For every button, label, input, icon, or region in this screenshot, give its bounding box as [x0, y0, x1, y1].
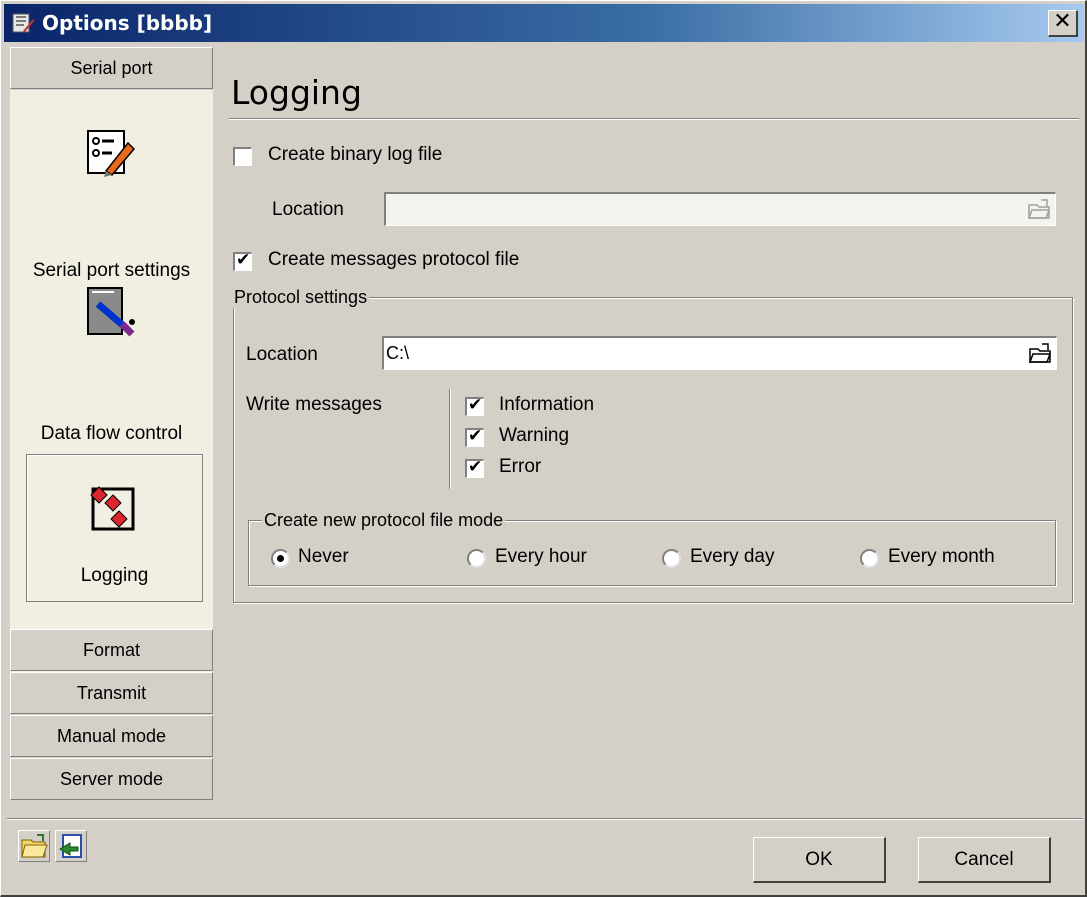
- ok-button[interactable]: OK: [753, 837, 886, 883]
- sidebar-item-label: Logging: [80, 565, 149, 586]
- mode-never-label: Never: [298, 546, 349, 567]
- sidebar-header-serial-port[interactable]: Serial port: [10, 47, 213, 89]
- data-flow-icon: [87, 287, 135, 337]
- binary-location-label: Location: [272, 199, 344, 220]
- sidebar-item-logging[interactable]: Logging: [26, 454, 203, 602]
- protocol-location-value: C:\: [386, 343, 410, 363]
- sidebar-panel: Serial port settings Data flow control L…: [10, 90, 213, 675]
- radio-dot-icon: [277, 555, 284, 562]
- logging-icon: [90, 486, 135, 531]
- information-checkbox[interactable]: ✔: [465, 395, 484, 416]
- protocol-location-label: Location: [246, 344, 318, 365]
- mode-every-hour-label: Every hour: [495, 546, 587, 567]
- file-mode-caption: Create new protocol file mode: [262, 510, 506, 531]
- mode-every-hour-radio[interactable]: [467, 549, 486, 568]
- mode-never-radio[interactable]: [271, 549, 290, 568]
- sidebar-item-serial-port-settings[interactable]: Serial port settings: [10, 105, 213, 281]
- export-settings-button[interactable]: [55, 830, 87, 862]
- binary-log-checkbox[interactable]: [233, 147, 252, 166]
- write-messages-divider: [449, 389, 451, 489]
- sidebar-item-label: Data flow control: [40, 423, 183, 444]
- check-mark-icon: ✔: [468, 395, 483, 414]
- close-button[interactable]: ✕: [1048, 10, 1078, 37]
- write-messages-label: Write messages: [246, 394, 382, 415]
- options-window: Options [bbbb] ✕ Serial port Serial port…: [0, 0, 1087, 897]
- protocol-file-checkbox[interactable]: ✔: [233, 250, 252, 271]
- check-mark-icon: ✔: [468, 426, 483, 445]
- warning-checkbox[interactable]: ✔: [465, 426, 484, 447]
- open-folder-icon: [21, 834, 48, 858]
- mode-every-day-label: Every day: [690, 546, 775, 567]
- mode-every-month-radio[interactable]: [860, 549, 879, 568]
- footer-divider: [7, 818, 1083, 820]
- warning-label: Warning: [499, 425, 570, 446]
- protocol-location-field[interactable]: C:\: [382, 336, 1057, 370]
- export-icon: [59, 834, 82, 858]
- binary-log-label: Create binary log file: [268, 144, 443, 165]
- sidebar: Serial port Serial port settings Data fl…: [10, 47, 213, 803]
- browse-folder-icon[interactable]: [1027, 197, 1051, 221]
- browse-folder-icon[interactable]: [1028, 341, 1052, 365]
- window-title: Options [bbbb]: [42, 11, 213, 35]
- app-icon: [12, 13, 34, 33]
- mode-every-day-radio[interactable]: [662, 549, 681, 568]
- sidebar-header-format[interactable]: Format: [10, 629, 213, 671]
- information-label: Information: [499, 394, 595, 415]
- cancel-button[interactable]: Cancel: [918, 837, 1051, 883]
- sidebar-header-transmit[interactable]: Transmit: [10, 672, 213, 714]
- settings-list-icon: [87, 130, 136, 177]
- protocol-settings-caption: Protocol settings: [232, 287, 370, 308]
- mode-every-month-label: Every month: [888, 546, 995, 567]
- error-label: Error: [499, 456, 542, 477]
- protocol-file-label: Create messages protocol file: [268, 249, 520, 270]
- check-mark-icon: ✔: [236, 250, 251, 269]
- error-checkbox[interactable]: ✔: [465, 457, 484, 478]
- sidebar-header-server-mode[interactable]: Server mode: [10, 758, 213, 800]
- open-settings-button[interactable]: [18, 830, 50, 862]
- sidebar-item-data-flow-control[interactable]: Data flow control: [10, 268, 213, 444]
- page-title: Logging: [231, 73, 362, 112]
- title-divider: [229, 118, 1079, 120]
- check-mark-icon: ✔: [468, 457, 483, 476]
- close-icon: ✕: [1053, 9, 1072, 34]
- sidebar-header-manual-mode[interactable]: Manual mode: [10, 715, 213, 757]
- title-bar[interactable]: Options [bbbb] ✕: [4, 4, 1084, 42]
- binary-location-field[interactable]: [384, 192, 1056, 226]
